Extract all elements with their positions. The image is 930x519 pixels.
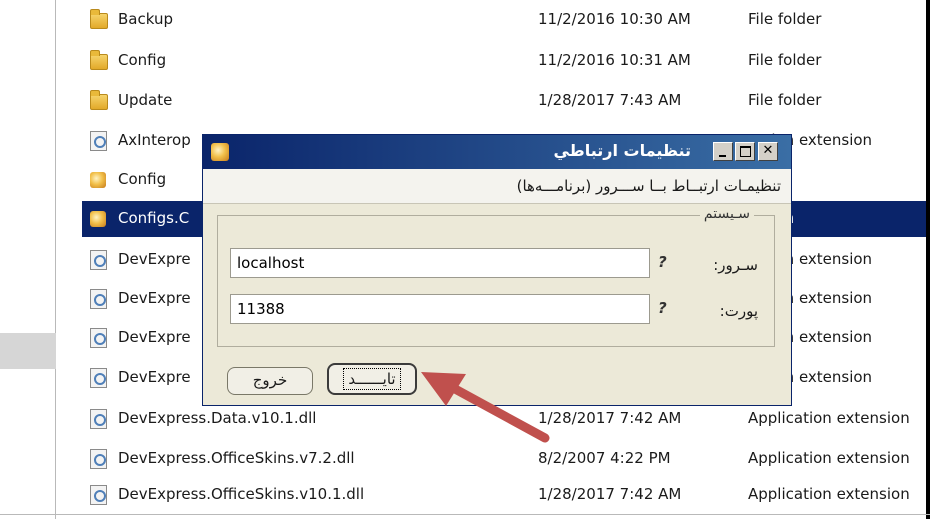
annotation-arrow <box>421 372 550 443</box>
arrow-shaft <box>441 379 550 443</box>
